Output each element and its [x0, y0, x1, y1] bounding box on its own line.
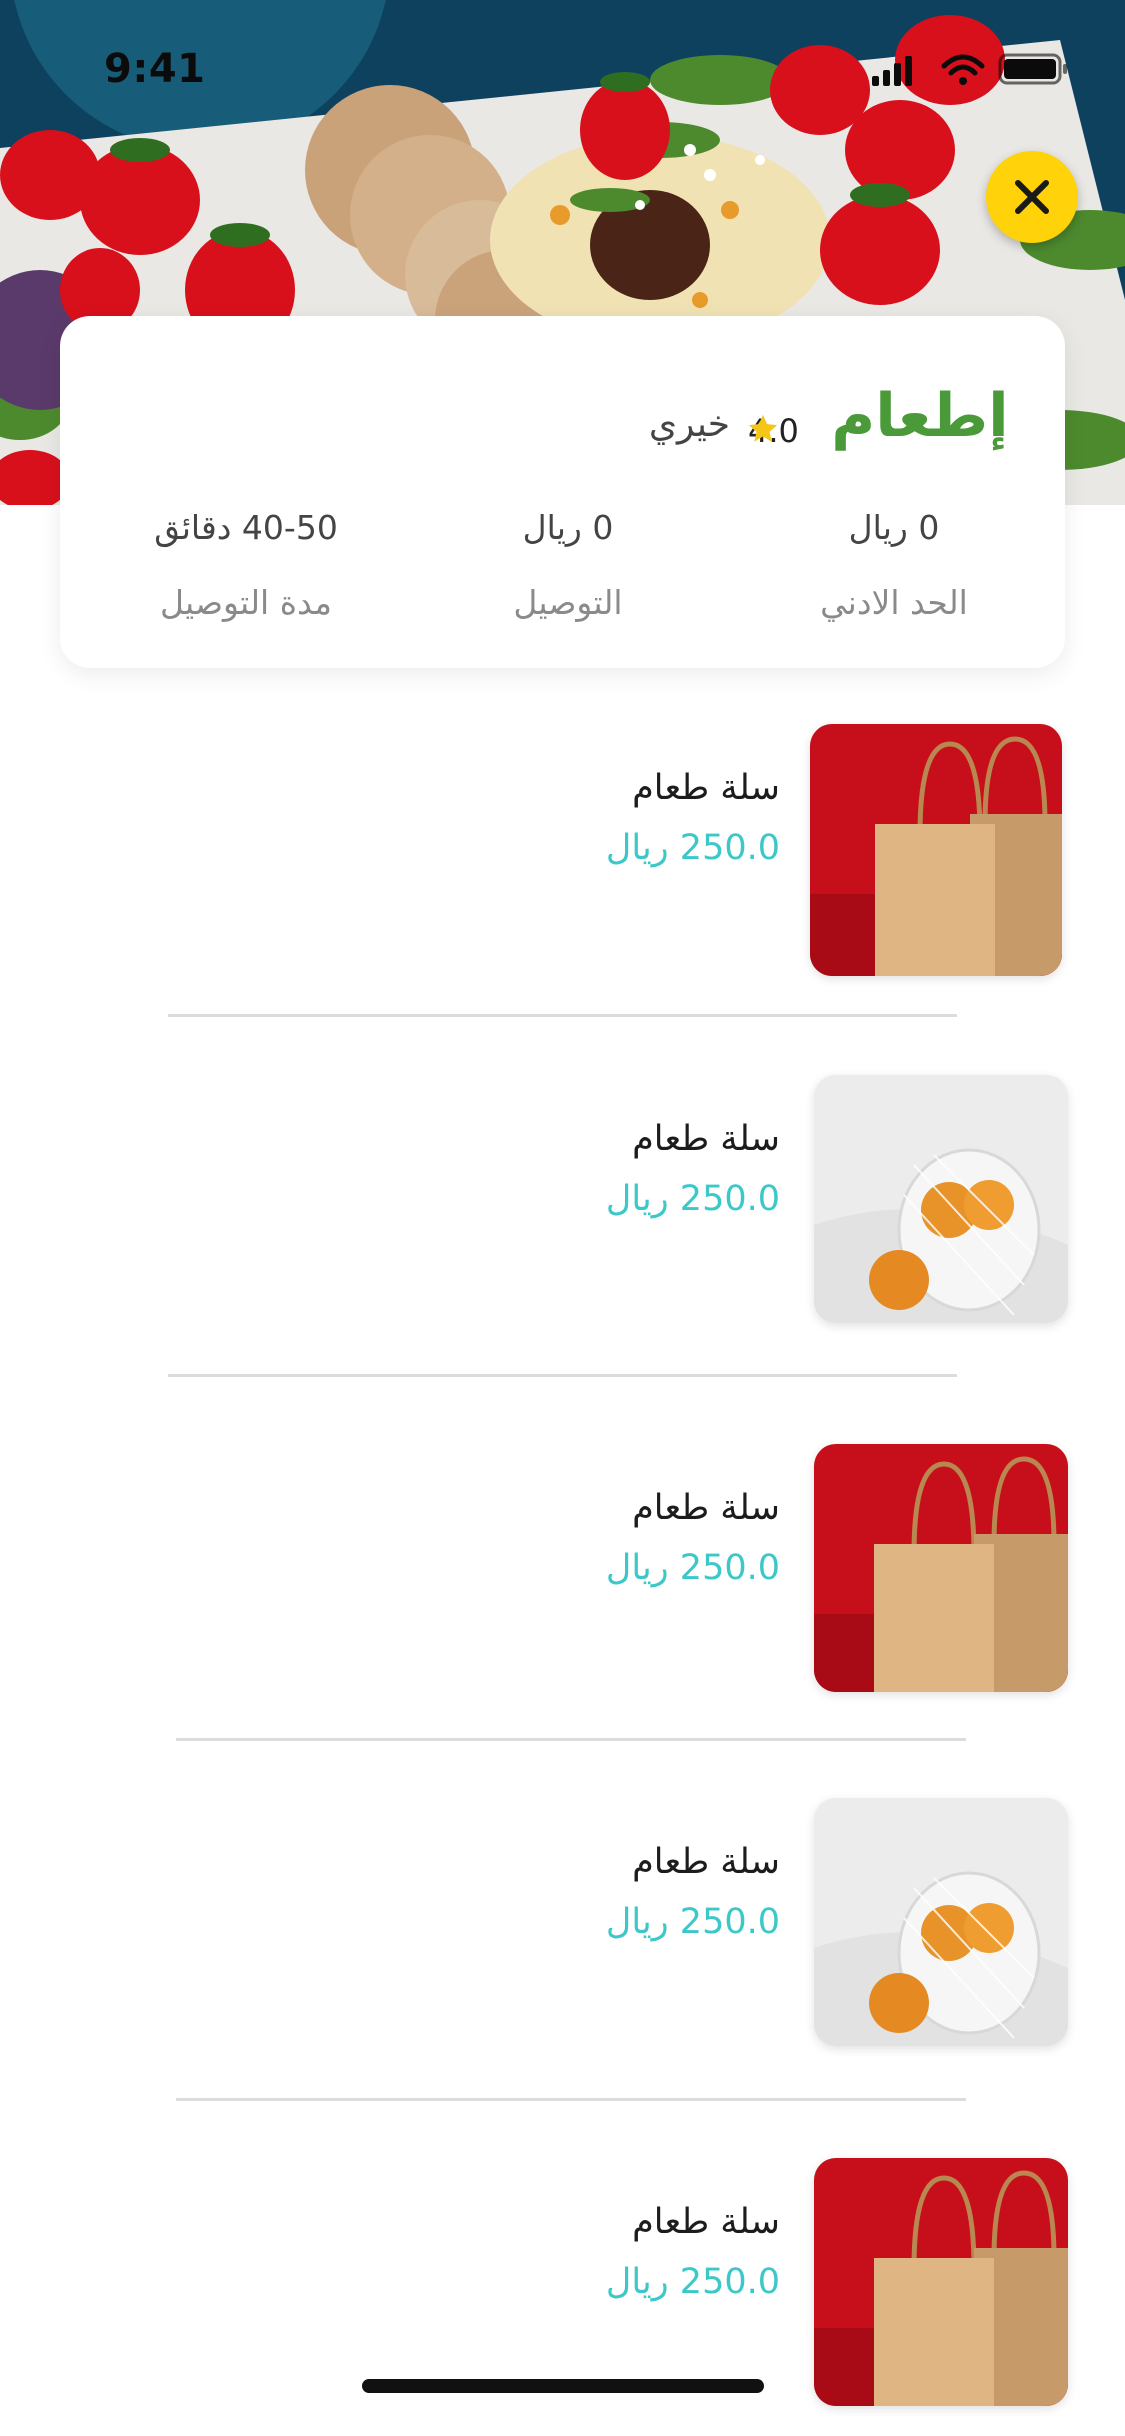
product-name: سلة طعام — [632, 2202, 780, 2242]
svg-text:إطعام: إطعام — [831, 381, 1008, 451]
status-time: 9:41 — [104, 46, 206, 92]
product-item[interactable]: سلة طعام 250.0 ريال — [0, 1075, 1125, 1331]
product-price: 250.0 ريال — [605, 828, 780, 868]
product-price: 250.0 ريال — [605, 1179, 780, 1219]
product-image — [814, 1444, 1068, 1692]
wifi-icon — [941, 54, 985, 76]
stat-value: 0 ريال — [848, 508, 940, 547]
product-image — [814, 2158, 1068, 2406]
divider — [168, 1374, 957, 1377]
store-info-card: إطعام 4.0 خيري 0 ريال الحد الادني 0 ريال… — [60, 316, 1065, 668]
product-item[interactable]: سلة طعام 250.0 ريال — [0, 1444, 1125, 1700]
stat-label: مدة التوصيل — [160, 583, 332, 622]
product-name: سلة طعام — [632, 1119, 780, 1159]
brand-logo: إطعام — [810, 371, 1030, 461]
product-image — [810, 724, 1062, 976]
stat-delivery-time: 40-50 دقائق مدة التوصيل — [96, 508, 396, 622]
divider — [176, 2098, 966, 2101]
stat-label: الحد الادني — [820, 583, 968, 622]
status-icons — [866, 50, 1076, 90]
product-price: 250.0 ريال — [605, 2262, 780, 2302]
stat-value: 0 ريال — [522, 508, 614, 547]
product-name: سلة طعام — [632, 1488, 780, 1528]
stat-label: التوصيل — [513, 583, 623, 622]
product-item[interactable]: سلة طعام 250.0 ريال — [0, 1798, 1125, 2054]
product-price: 250.0 ريال — [605, 1548, 780, 1588]
star-icon — [748, 414, 778, 442]
product-item[interactable]: سلة طعام 250.0 ريال — [0, 2158, 1125, 2414]
close-icon — [1015, 180, 1049, 214]
product-image — [814, 1075, 1068, 1323]
screen: 9:41 إطعام 4.0 خيري 0 ريال الحد الادني 0… — [0, 0, 1125, 2436]
product-item[interactable]: سلة طعام 250.0 ريال — [0, 724, 1125, 980]
stat-minimum-order: 0 ريال الحد الادني — [744, 508, 1044, 622]
divider — [176, 1738, 966, 1741]
product-name: سلة طعام — [632, 1842, 780, 1882]
close-button[interactable] — [986, 151, 1078, 243]
stat-delivery-fee: 0 ريال التوصيل — [418, 508, 718, 622]
stat-value: 40-50 دقائق — [154, 508, 338, 547]
battery-icon — [998, 53, 1067, 85]
home-indicator — [362, 2379, 764, 2393]
store-name: خيري — [648, 404, 730, 445]
product-name: سلة طعام — [632, 768, 780, 808]
product-image — [814, 1798, 1068, 2046]
divider — [168, 1014, 957, 1017]
product-price: 250.0 ريال — [605, 1902, 780, 1942]
signal-icon — [872, 56, 912, 86]
